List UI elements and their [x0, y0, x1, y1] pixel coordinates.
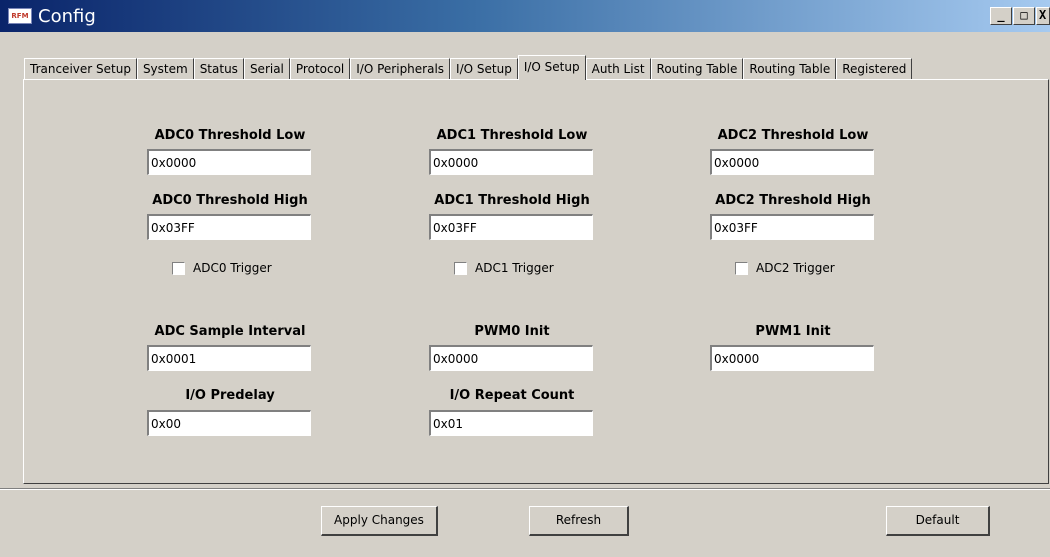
adc2-threshold-high-input[interactable]: [710, 214, 874, 240]
tab-io-setup-2[interactable]: I/O Setup: [517, 55, 586, 80]
adc1-threshold-low-label: ADC1 Threshold Low: [436, 128, 588, 143]
io-predelay-input[interactable]: [147, 410, 311, 436]
adc0-trigger-label: ADC0 Trigger: [193, 261, 272, 275]
io-predelay-label: I/O Predelay: [185, 388, 275, 403]
adc-sample-interval-label: ADC Sample Interval: [154, 324, 306, 339]
adc2-threshold-low-input[interactable]: [710, 149, 874, 175]
tab-routing-table-1[interactable]: Routing Table: [650, 58, 744, 79]
io-setup-panel: ADC0 Threshold Low ADC1 Threshold Low AD…: [23, 79, 1049, 484]
tab-io-peripherals[interactable]: I/O Peripherals: [350, 58, 451, 79]
maximize-button[interactable]: □: [1013, 7, 1035, 25]
tab-registered[interactable]: Registered: [836, 58, 913, 79]
separator: [0, 488, 1050, 490]
adc1-threshold-high-label: ADC1 Threshold High: [434, 193, 590, 208]
adc-sample-interval-input[interactable]: [147, 345, 311, 371]
close-button[interactable]: X: [1036, 7, 1050, 25]
tab-protocol[interactable]: Protocol: [289, 58, 351, 79]
window-controls: _ □ X: [989, 7, 1050, 25]
adc2-threshold-high-label: ADC2 Threshold High: [715, 193, 871, 208]
pwm1-init-input[interactable]: [710, 345, 874, 371]
adc0-threshold-low-input[interactable]: [147, 149, 311, 175]
pwm1-init-label: PWM1 Init: [755, 324, 831, 339]
tab-tranceiver-setup[interactable]: Tranceiver Setup: [24, 58, 137, 79]
io-repeat-count-label: I/O Repeat Count: [449, 388, 575, 403]
adc0-trigger-box[interactable]: [172, 261, 185, 275]
pwm0-init-label: PWM0 Init: [474, 324, 550, 339]
adc1-threshold-high-input[interactable]: [429, 214, 593, 240]
app-icon: RFM: [8, 8, 32, 24]
title-bar[interactable]: RFM Config _ □ X: [0, 0, 1050, 32]
adc2-trigger-checkbox[interactable]: ADC2 Trigger: [735, 261, 835, 275]
refresh-button[interactable]: Refresh: [529, 506, 629, 536]
adc1-trigger-box[interactable]: [454, 261, 467, 275]
tab-routing-table-2[interactable]: Routing Table: [743, 58, 837, 79]
tab-status[interactable]: Status: [193, 58, 244, 79]
adc2-threshold-low-label: ADC2 Threshold Low: [717, 128, 869, 143]
adc1-trigger-checkbox[interactable]: ADC1 Trigger: [454, 261, 554, 275]
adc2-trigger-box[interactable]: [735, 261, 748, 275]
window-title: Config: [38, 5, 96, 27]
apply-changes-button[interactable]: Apply Changes: [321, 506, 438, 536]
io-repeat-count-input[interactable]: [429, 410, 593, 436]
adc0-threshold-low-label: ADC0 Threshold Low: [154, 128, 306, 143]
adc0-trigger-checkbox[interactable]: ADC0 Trigger: [172, 261, 272, 275]
minimize-button[interactable]: _: [990, 7, 1012, 25]
tab-system[interactable]: System: [136, 58, 194, 79]
pwm0-init-input[interactable]: [429, 345, 593, 371]
tab-serial[interactable]: Serial: [243, 58, 290, 79]
adc0-threshold-high-label: ADC0 Threshold High: [152, 193, 308, 208]
tab-io-setup-1[interactable]: I/O Setup: [450, 58, 518, 79]
tab-strip: Tranceiver Setup System Status Serial Pr…: [24, 55, 913, 80]
adc1-threshold-low-input[interactable]: [429, 149, 593, 175]
adc1-trigger-label: ADC1 Trigger: [475, 261, 554, 275]
adc0-threshold-high-input[interactable]: [147, 214, 311, 240]
default-button[interactable]: Default: [886, 506, 990, 536]
adc2-trigger-label: ADC2 Trigger: [756, 261, 835, 275]
tab-auth-list[interactable]: Auth List: [585, 58, 651, 79]
